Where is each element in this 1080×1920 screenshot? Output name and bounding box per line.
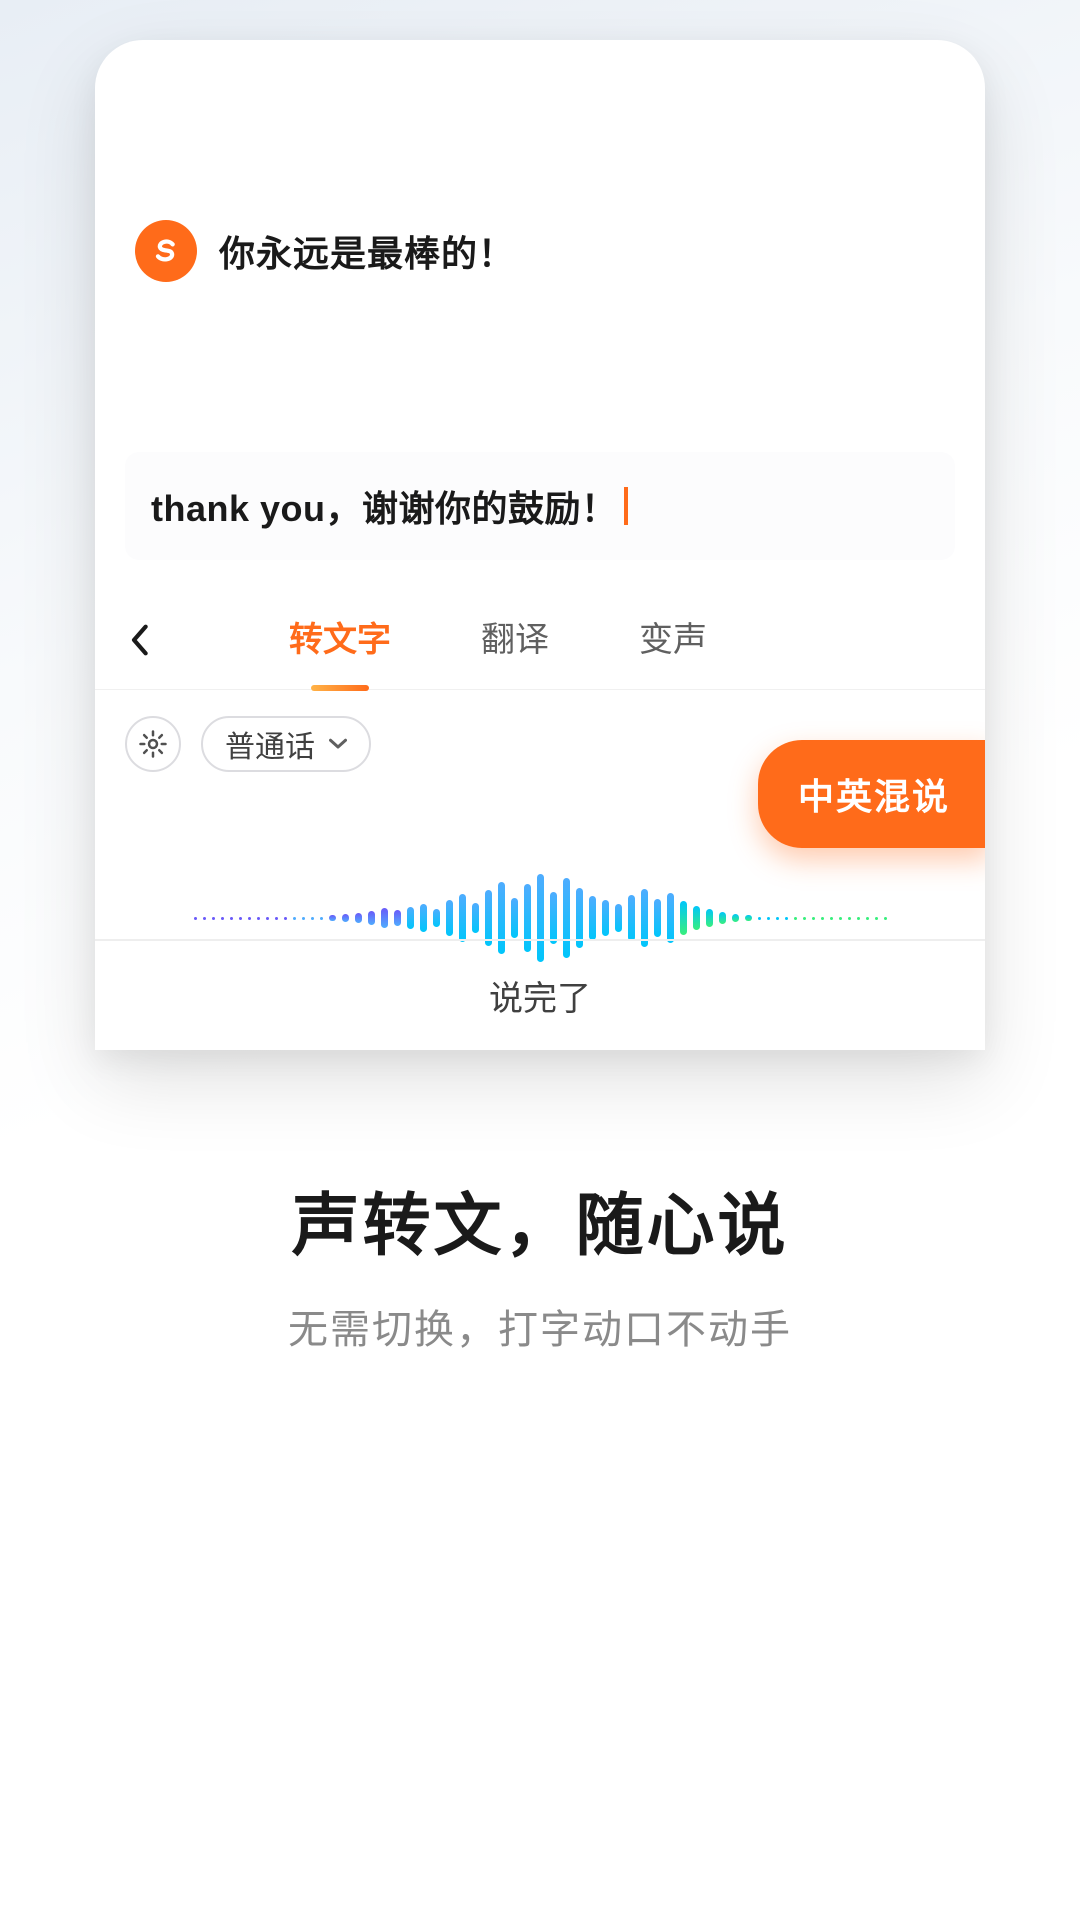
wave-bar [693,906,700,930]
wave-bar [433,909,440,927]
wave-bar [368,911,375,925]
gear-icon [138,729,168,759]
tab-translate[interactable]: 翻译 [481,612,549,667]
wave-bar [194,917,197,920]
chat-bubble-text: 你永远是最棒的！ [219,225,515,277]
phone-frame: 你永远是最棒的！ thank you，谢谢你的鼓励！ 转文字 翻译 变声 普通话 [95,40,985,1050]
wave-bar [311,917,314,920]
wave-bar [706,909,713,927]
wave-bar [875,917,878,920]
wave-bar [329,915,336,921]
wave-bar [758,917,761,920]
wave-bar [767,917,770,920]
done-button[interactable]: 说完了 [95,939,985,1050]
tab-bar: 转文字 翻译 变声 [95,590,985,690]
wave-bar [848,917,851,920]
wave-bar [785,917,788,920]
wave-bar [266,917,269,920]
input-text-value: thank you，谢谢你的鼓励！ [151,480,618,532]
wave-bar [381,908,388,928]
wave-bar [745,915,752,921]
hero-section: 声转文，随心说 无需切换，打字动口不动手 [0,1170,1080,1355]
wave-bar [654,899,661,937]
wave-bar [511,898,518,938]
wave-bar [812,917,815,920]
tab-transcribe[interactable]: 转文字 [289,612,391,667]
wave-bar [275,917,278,920]
wave-bar [221,917,224,920]
wave-bar [459,894,466,942]
wave-bar [320,917,323,920]
wave-bar [615,904,622,932]
wave-bar [248,917,251,920]
wave-bar [680,901,687,935]
wave-bar [230,917,233,920]
hero-title: 声转文，随心说 [0,1170,1080,1269]
wave-bar [821,917,824,920]
wave-bar [394,910,401,926]
wave-bar [839,917,842,920]
chat-area: 你永远是最棒的！ [95,40,985,342]
text-cursor [624,487,628,525]
wave-bar [667,893,674,943]
settings-button[interactable] [125,716,181,772]
wave-bar [342,914,349,922]
language-label: 普通话 [225,722,315,766]
hero-subtitle: 无需切换，打字动口不动手 [0,1297,1080,1355]
wave-bar [776,917,779,920]
wave-bar [550,892,557,944]
wave-bar [239,917,242,920]
wave-bar [446,900,453,936]
wave-bar [420,904,427,932]
wave-bar [284,917,287,920]
wave-bar [212,917,215,920]
back-icon[interactable] [129,623,149,657]
wave-bar [472,903,479,933]
wave-bar [830,917,833,920]
wave-bar [866,917,869,920]
chevron-down-icon [329,738,347,750]
wave-bar [407,907,414,929]
wave-bar [293,917,296,920]
wave-bar [602,900,609,936]
language-selector[interactable]: 普通话 [201,716,371,772]
wave-bar [355,913,362,923]
wave-bar [884,917,887,920]
wave-bar [794,917,797,920]
wave-bar [857,917,860,920]
wave-bar [803,917,806,920]
wave-bar [302,917,305,920]
wave-bar [203,917,206,920]
tab-voice-change[interactable]: 变声 [639,612,707,667]
chat-message: 你永远是最棒的！ [135,220,945,282]
wave-bar [628,895,635,941]
wave-bar [257,917,260,920]
text-input[interactable]: thank you，谢谢你的鼓励！ [125,452,955,560]
wave-bar [589,896,596,940]
wave-bar [732,914,739,922]
wave-bar [719,912,726,924]
sogou-s-icon [150,235,182,267]
tabs-container: 转文字 翻译 变声 [289,612,707,667]
avatar [135,220,197,282]
feature-badge: 中英混说 [758,740,985,848]
wave-bar [485,890,492,946]
